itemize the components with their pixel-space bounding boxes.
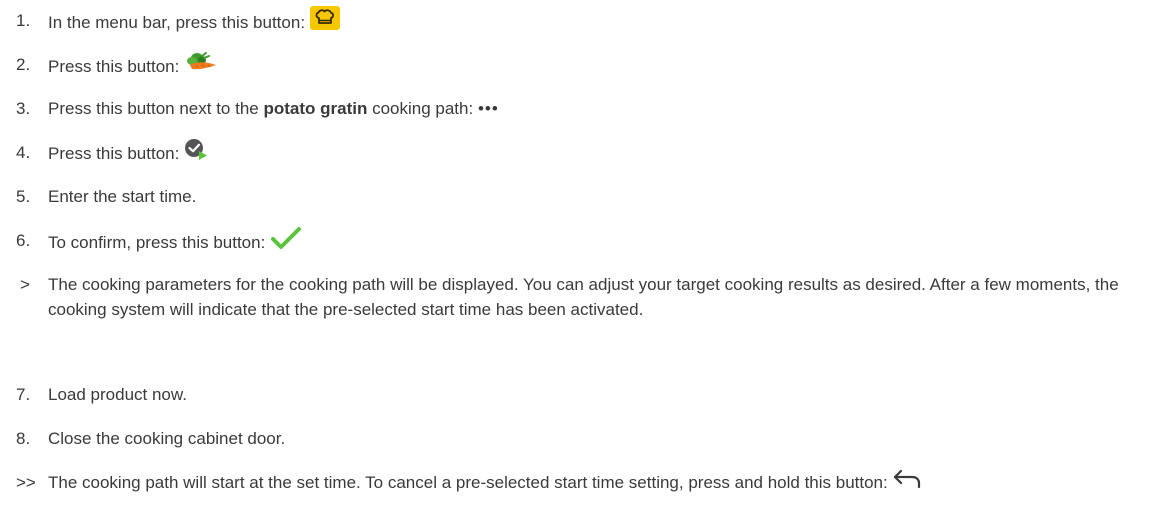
step-number: 4. bbox=[16, 143, 31, 162]
step-text: Enter the start time. bbox=[48, 187, 197, 206]
more-dots-icon: ••• bbox=[477, 99, 499, 118]
clock-start-icon bbox=[184, 138, 208, 167]
vegetables-icon bbox=[184, 50, 218, 81]
result-1: > The cooking parameters for the cooking… bbox=[0, 272, 1173, 322]
step-number: 7. bbox=[16, 385, 31, 404]
step-text: Load product now. bbox=[48, 385, 187, 404]
step-text-after: cooking path: bbox=[367, 99, 478, 118]
step-text: Press this button next to the bbox=[48, 99, 264, 118]
step-text: Press this button: bbox=[48, 56, 185, 76]
step-text: Close the cooking cabinet door. bbox=[48, 429, 286, 448]
back-arrow-icon bbox=[892, 468, 922, 495]
step-number: 6. bbox=[16, 231, 31, 250]
step-number: 2. bbox=[16, 55, 31, 74]
step-number: 1. bbox=[16, 11, 31, 30]
step-1: 1. In the menu bar, press this button: bbox=[0, 6, 1173, 39]
step-6: 6. To confirm, press this button: bbox=[0, 226, 1173, 259]
final-result: >> The cooking path will start at the se… bbox=[0, 468, 1173, 497]
chef-hat-icon bbox=[309, 6, 340, 37]
result-text: The cooking parameters for the cooking p… bbox=[48, 275, 1119, 319]
checkmark-icon bbox=[270, 226, 302, 257]
step-number: 8. bbox=[16, 429, 31, 448]
result-marker: > bbox=[20, 275, 30, 294]
step-8: 8. Close the cooking cabinet door. bbox=[0, 426, 1173, 451]
step-text: Press this button: bbox=[48, 143, 185, 163]
step-2: 2. Press this button: bbox=[0, 52, 1173, 83]
step-7: 7. Load product now. bbox=[0, 382, 1173, 407]
result-marker: >> bbox=[16, 473, 36, 492]
step-text: In the menu bar, press this button: bbox=[48, 12, 310, 32]
step-text: To confirm, press this button: bbox=[48, 232, 271, 252]
cooking-path-name: potato gratin bbox=[263, 99, 368, 118]
step-4: 4. Press this button: bbox=[0, 138, 1173, 169]
step-number: 5. bbox=[16, 187, 31, 206]
step-3: 3. Press this button next to the potato … bbox=[0, 96, 1173, 121]
step-5: 5. Enter the start time. bbox=[0, 184, 1173, 209]
result-text: The cooking path will start at the set t… bbox=[48, 473, 893, 492]
step-number: 3. bbox=[16, 99, 31, 118]
